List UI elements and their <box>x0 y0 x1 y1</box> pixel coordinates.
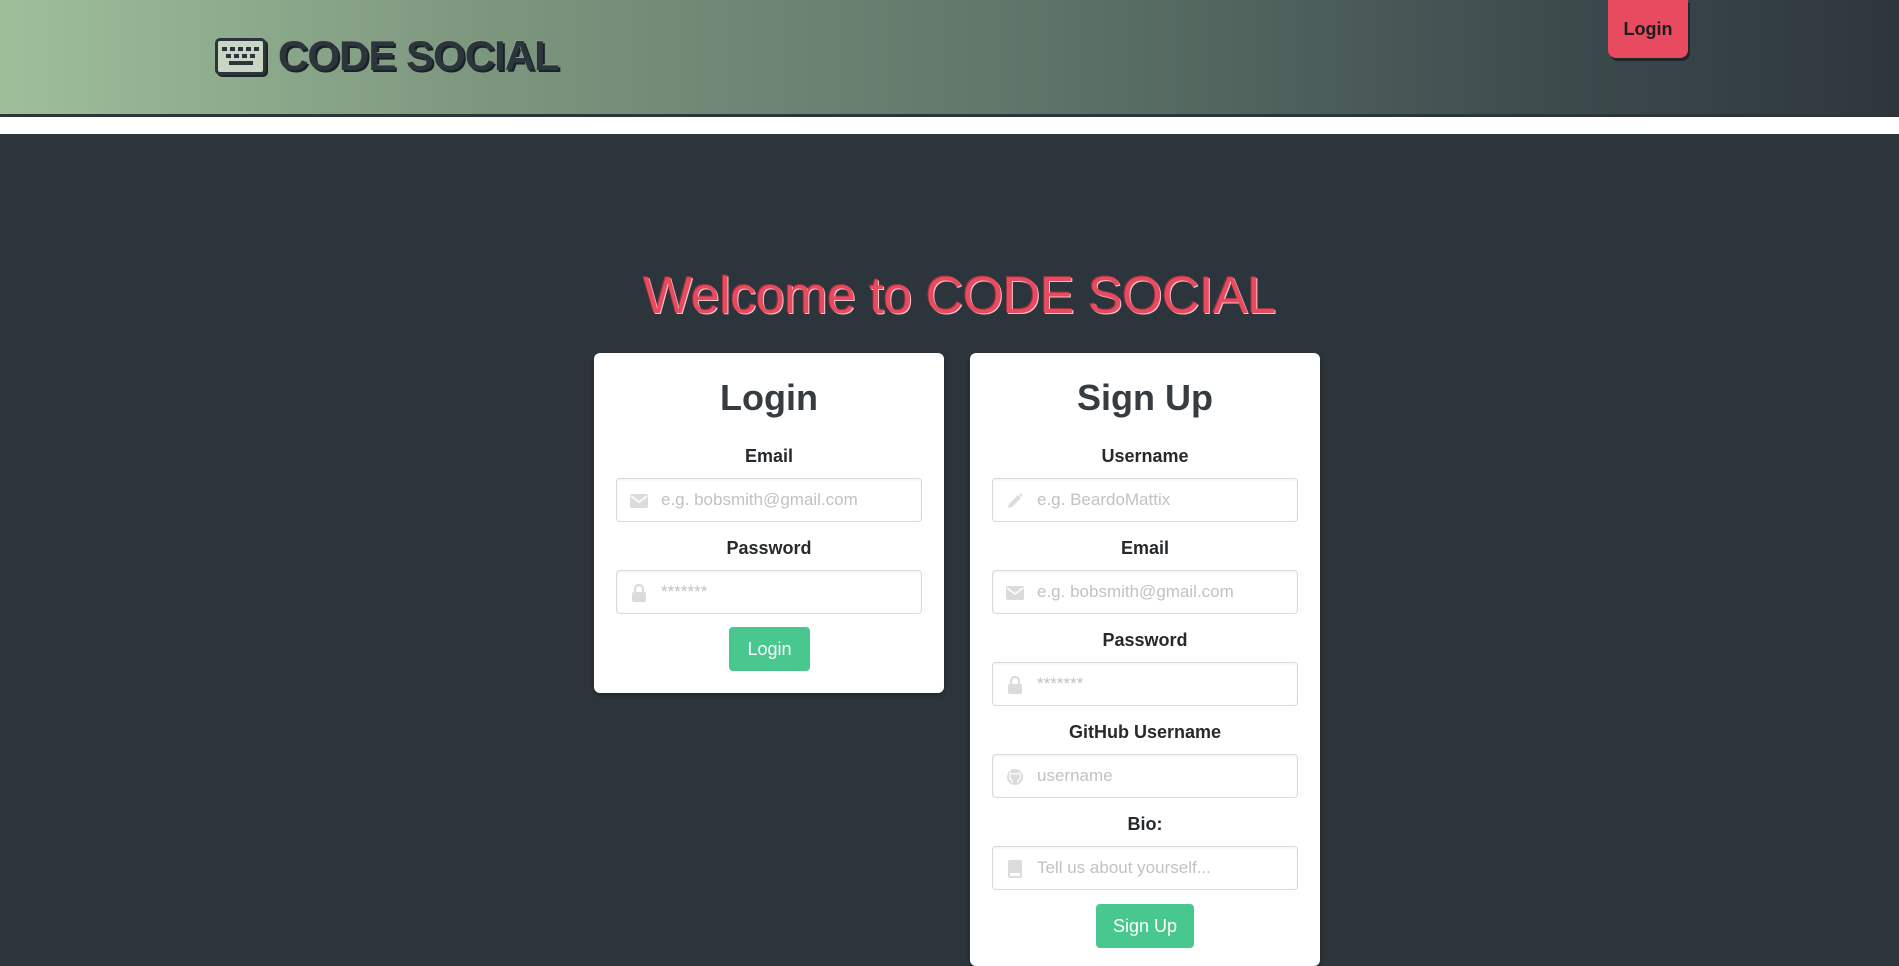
login-email-field[interactable] <box>616 478 922 522</box>
login-card: Login Email Password Login <box>594 353 944 693</box>
login-email-label: Email <box>744 446 794 466</box>
site-header: CODE SOCIAL Login <box>0 0 1899 116</box>
signup-username-field[interactable] <box>992 478 1298 522</box>
signup-password-input[interactable] <box>1037 663 1292 705</box>
signup-bio-field[interactable] <box>992 846 1298 890</box>
signup-password-label: Password <box>1102 630 1188 650</box>
envelope-icon <box>630 492 648 510</box>
signup-title: Sign Up <box>1077 377 1213 418</box>
envelope-icon <box>1006 584 1024 602</box>
login-email-input[interactable] <box>661 479 916 521</box>
logo-text: CODE SOCIAL <box>278 32 560 79</box>
login-title: Login <box>720 377 818 418</box>
login-password-field[interactable] <box>616 570 922 614</box>
signup-github-input[interactable] <box>1037 755 1292 797</box>
login-submit-button[interactable]: Login <box>729 627 810 671</box>
signup-password-field[interactable] <box>992 662 1298 706</box>
signup-github-label: GitHub Username <box>1068 722 1222 742</box>
nav-login-button[interactable]: Login <box>1608 0 1688 58</box>
signup-username-label: Username <box>1101 446 1189 466</box>
signup-email-label: Email <box>1120 538 1170 558</box>
lock-icon <box>630 584 648 602</box>
lock-icon <box>1006 676 1024 694</box>
signup-email-input[interactable] <box>1037 571 1292 613</box>
site-logo[interactable]: CODE SOCIAL <box>215 32 560 80</box>
signup-bio-input[interactable] <box>1037 847 1292 889</box>
signup-bio-label: Bio: <box>1127 814 1163 834</box>
signup-email-field[interactable] <box>992 570 1298 614</box>
pencil-icon <box>1006 492 1024 510</box>
book-icon <box>1006 860 1024 878</box>
signup-submit-button[interactable]: Sign Up <box>1096 904 1194 948</box>
welcome-heading: Welcome to CODE SOCIAL <box>643 267 1276 325</box>
login-password-input[interactable] <box>661 571 916 613</box>
login-password-label: Password <box>726 538 812 558</box>
signup-github-field[interactable] <box>992 754 1298 798</box>
github-icon <box>1006 768 1024 786</box>
header-divider <box>0 117 1899 134</box>
signup-username-input[interactable] <box>1037 479 1292 521</box>
signup-card: Sign Up Username Email Password GitHub U… <box>970 353 1320 966</box>
keyboard-icon <box>215 37 266 75</box>
